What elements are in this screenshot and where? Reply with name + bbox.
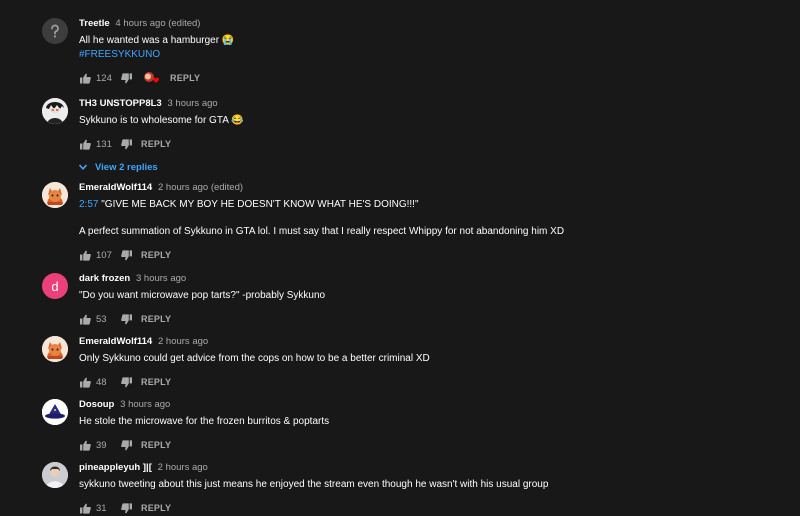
creator-heart-icon [143, 71, 161, 85]
thumbs-down-icon[interactable] [120, 502, 132, 514]
like-count: 131 [96, 138, 112, 150]
comment-actions: 48 REPLY [79, 374, 779, 390]
question-mark-icon [42, 18, 68, 44]
reply-button[interactable]: REPLY [141, 314, 171, 324]
user-avatar[interactable] [42, 182, 68, 208]
like-count: 48 [96, 376, 107, 388]
thumbs-up-icon[interactable] [79, 72, 91, 84]
thumbs-down-icon[interactable] [120, 313, 132, 325]
like-count: 31 [96, 502, 107, 514]
reply-button[interactable]: REPLY [141, 377, 171, 387]
anime-character-avatar-icon [42, 98, 68, 124]
orange-cat-avatar-icon [42, 182, 68, 208]
reply-button[interactable]: REPLY [170, 73, 200, 83]
comment-actions: 39 REPLY [79, 437, 779, 453]
thumbs-up-icon[interactable] [79, 138, 91, 150]
view-replies-button[interactable]: View 2 replies [78, 162, 779, 173]
comment-actions: 53 REPLY [79, 311, 779, 327]
like-count: 124 [96, 72, 112, 84]
reply-button[interactable]: REPLY [141, 503, 171, 513]
reply-button[interactable]: REPLY [141, 440, 171, 450]
comment-text: "Do you want microwave pop tarts?" -prob… [79, 290, 326, 301]
user-avatar[interactable] [42, 98, 68, 124]
comment-time[interactable]: 2 hours ago (edited) [158, 182, 243, 193]
comment-text: Sykkuno is to wholesome for GTA 😂 [79, 115, 244, 126]
avatar-letter: d [51, 278, 59, 294]
hashtag-link[interactable]: #FREESYKKUNO [79, 48, 779, 62]
thumbs-down-icon[interactable] [120, 376, 132, 388]
like-count: 107 [96, 249, 112, 261]
comment-actions: 131 REPLY [79, 136, 779, 152]
thumbs-up-icon[interactable] [79, 439, 91, 451]
thumbs-down-icon[interactable] [120, 249, 132, 261]
wizard-hat-avatar-icon [42, 399, 68, 425]
comment-time[interactable]: 3 hours ago [136, 273, 186, 284]
thumbs-down-icon[interactable] [120, 439, 132, 451]
view-replies-label: View 2 replies [95, 162, 158, 173]
thumbs-down-icon[interactable] [120, 138, 132, 150]
comment-actions: 107 REPLY [79, 247, 779, 263]
comment-text: Only Sykkuno could get advice from the c… [79, 353, 430, 364]
comment-text-quote: "GIVE ME BACK MY BOY HE DOESN'T KNOW WHA… [98, 199, 419, 210]
comment-time[interactable]: 3 hours ago [168, 98, 218, 109]
comment-author[interactable]: Treetle [79, 18, 110, 29]
user-avatar[interactable] [42, 399, 68, 425]
comment-author[interactable]: Dosoup [79, 399, 114, 410]
like-count: 53 [96, 313, 107, 325]
thumbs-up-icon[interactable] [79, 502, 91, 514]
comment-author[interactable]: EmeraldWolf114 [79, 182, 152, 193]
comment-time[interactable]: 3 hours ago [120, 399, 170, 410]
comment-text: sykkuno tweeting about this just means h… [79, 479, 549, 490]
photo-avatar-icon [42, 462, 68, 488]
comment-time[interactable]: 4 hours ago (edited) [115, 18, 200, 29]
user-avatar[interactable] [42, 336, 68, 362]
like-count: 39 [96, 439, 107, 451]
comment-author[interactable]: pineappleyuh ]|[ [79, 462, 152, 473]
user-avatar[interactable] [42, 18, 68, 44]
comment-author[interactable]: EmeraldWolf114 [79, 336, 152, 347]
comment-time[interactable]: 2 hours ago [158, 462, 208, 473]
thumbs-down-icon[interactable] [120, 72, 132, 84]
comment-text-second-paragraph: A perfect summation of Sykkuno in GTA lo… [79, 226, 565, 237]
reply-button[interactable]: REPLY [141, 250, 171, 260]
chevron-down-icon [78, 162, 88, 173]
comment-text: 2:57 "GIVE ME BACK MY BOY HE DOESN'T KNO… [79, 198, 779, 212]
thumbs-up-icon[interactable] [79, 376, 91, 388]
comment-text: All he wanted was a hamburger 😭 [79, 35, 235, 46]
video-timestamp-link[interactable]: 2:57 [79, 199, 98, 210]
comment-author[interactable]: dark frozen [79, 273, 130, 284]
thumbs-up-icon[interactable] [79, 313, 91, 325]
comment-time[interactable]: 2 hours ago [158, 336, 208, 347]
orange-cat-avatar-icon [42, 336, 68, 362]
user-avatar[interactable]: d [42, 273, 68, 299]
reply-button[interactable]: REPLY [141, 139, 171, 149]
comment-author[interactable]: TH3 UNSTOPP8L3 [79, 98, 162, 109]
user-avatar[interactable] [42, 462, 68, 488]
comment-actions: 124 REPLY [79, 70, 779, 86]
thumbs-up-icon[interactable] [79, 249, 91, 261]
comment-text: He stole the microwave for the frozen bu… [79, 416, 330, 427]
